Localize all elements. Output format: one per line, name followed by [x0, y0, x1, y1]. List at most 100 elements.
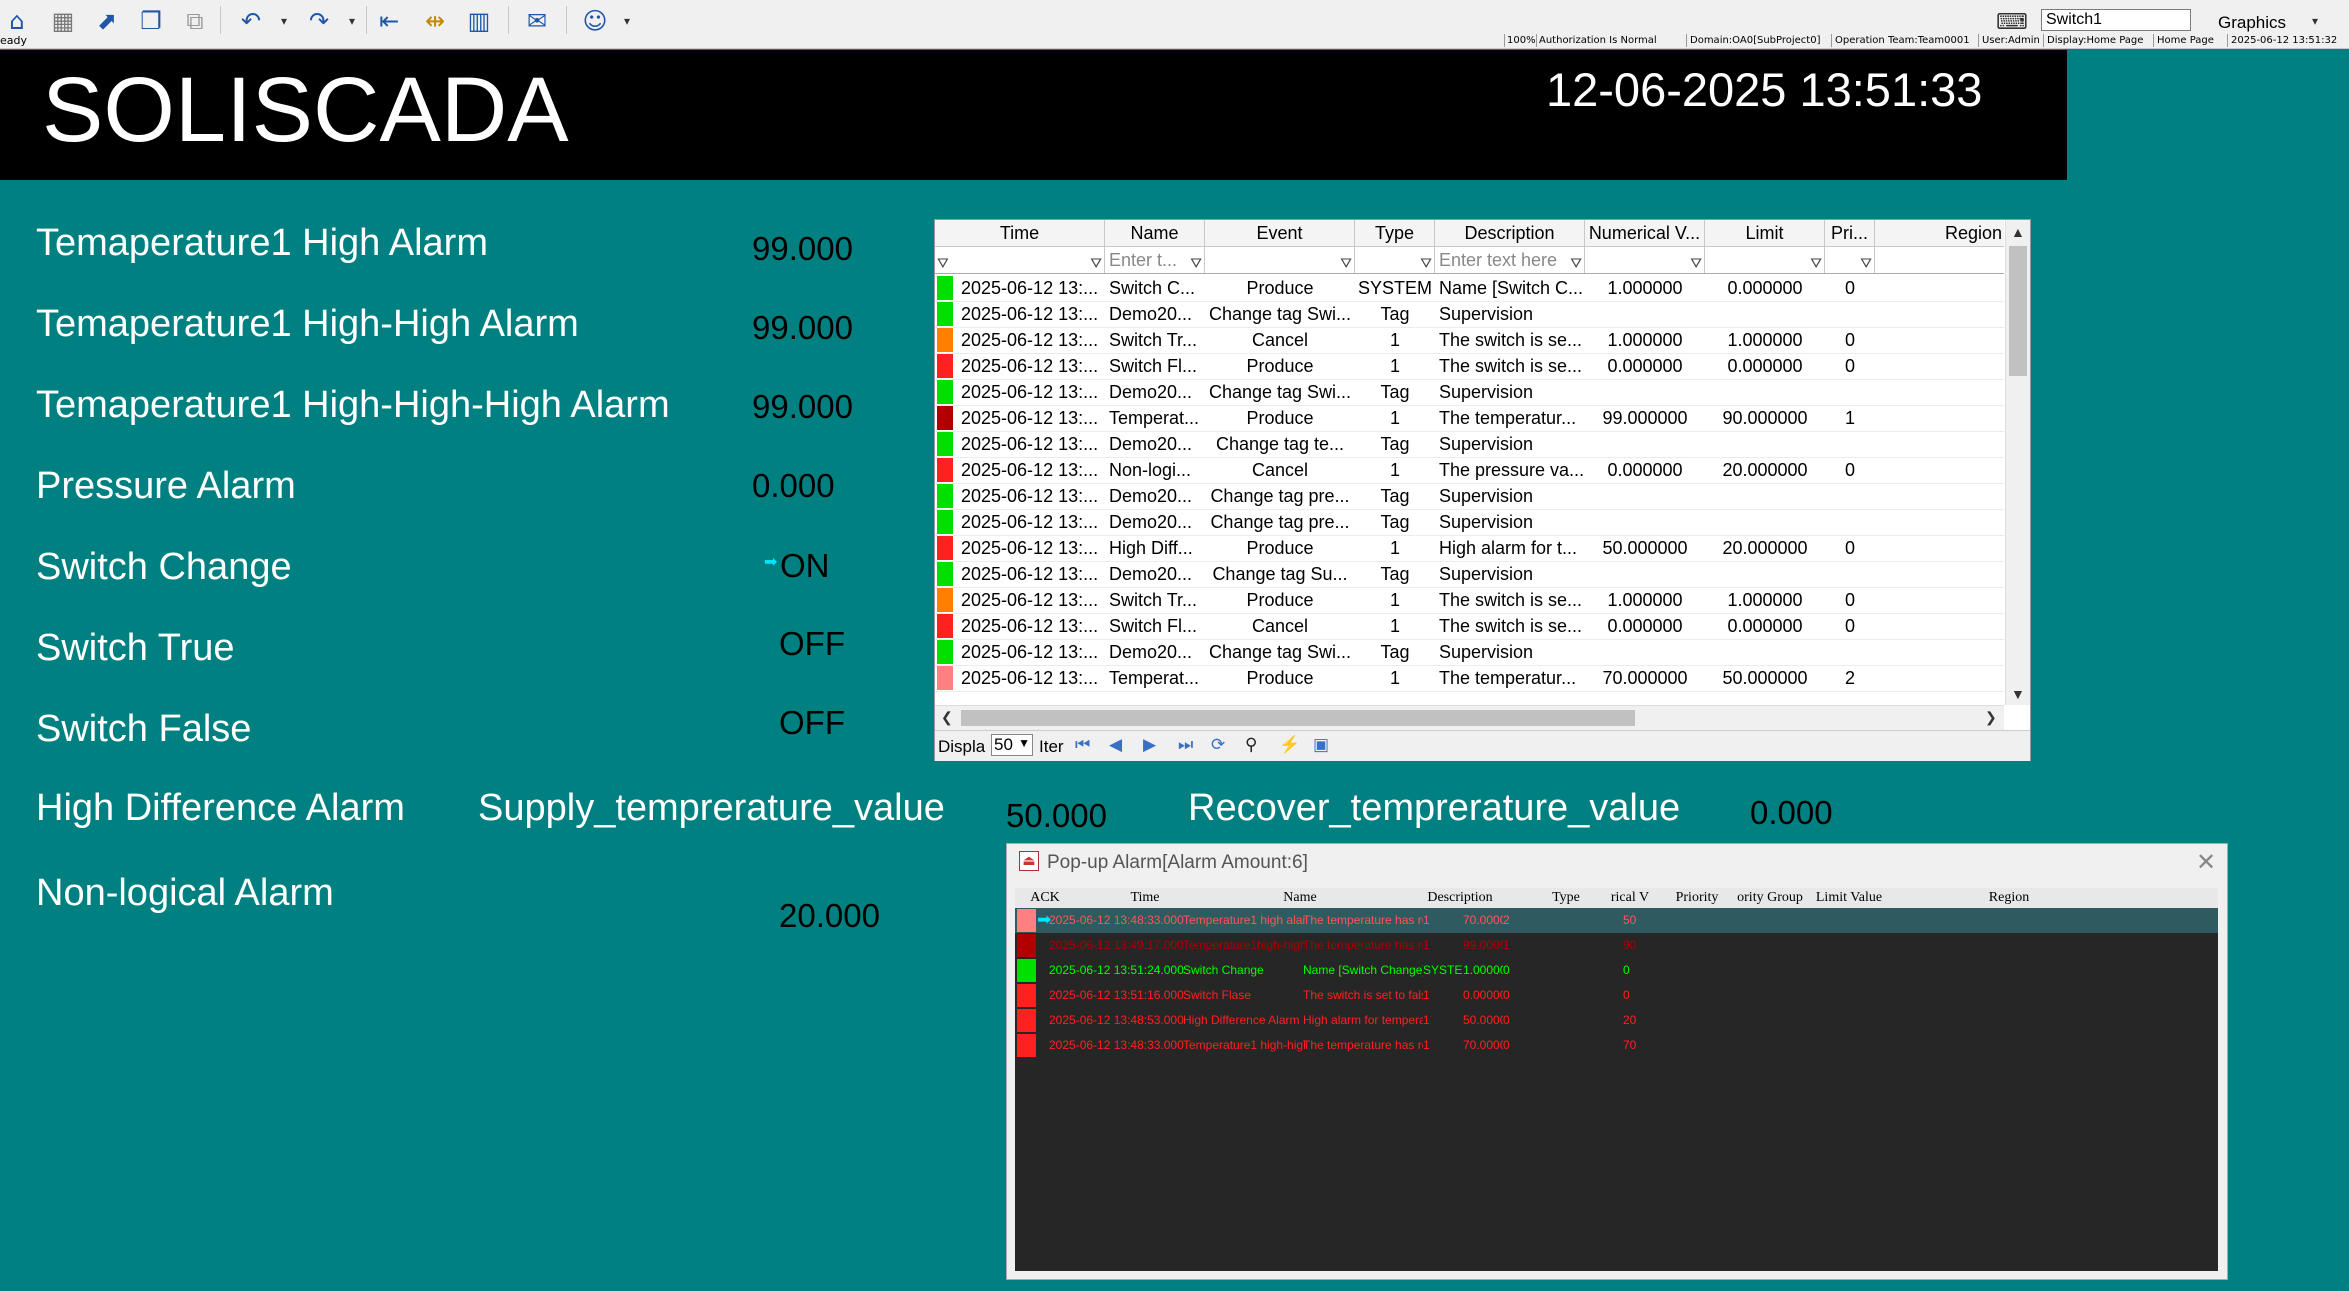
col-time[interactable]: Time: [935, 220, 1105, 246]
table-row[interactable]: 2025-06-12 13:... Switch Tr... Cancel 1 The …: [935, 327, 2004, 354]
graphics-label[interactable]: Graphics: [2218, 13, 2286, 33]
screen-name-input[interactable]: [2041, 9, 2191, 31]
grid-horizontal-scrollbar[interactable]: ❮ ❯: [935, 705, 2004, 730]
refresh-icon[interactable]: ⟳: [1211, 735, 1225, 755]
message-icon[interactable]: ✉: [520, 6, 554, 36]
filter-icon[interactable]: ⛛: [1570, 250, 1582, 273]
popup-col-time[interactable]: Time: [1075, 888, 1215, 908]
filter-numerical-value[interactable]: ⛛: [1585, 247, 1705, 273]
trend-icon[interactable]: ⬈: [90, 6, 124, 36]
table-row[interactable]: 2025-06-12 13:... Switch C... Produce SYSTE…: [935, 275, 2004, 302]
table-row[interactable]: 2025-06-12 13:... Switch Fl... Produce 1 The…: [935, 353, 2004, 380]
keyboard-icon[interactable]: ⌨: [1996, 10, 2028, 35]
close-icon[interactable]: ✕: [2196, 848, 2216, 877]
popup-row[interactable]: 2025-06-12 13:49:17.000 Temperature1high-…: [1015, 933, 2218, 958]
popup-col-name[interactable]: Name: [1215, 888, 1385, 908]
popup-col-type[interactable]: Type: [1535, 888, 1597, 908]
binoculars-icon[interactable]: ⚲: [1245, 735, 1257, 755]
table-row[interactable]: 2025-06-12 13:... Switch Fl... Cancel 1 The …: [935, 613, 2004, 640]
popup-col-limit-value[interactable]: Limit Value: [1809, 888, 1889, 908]
user-icon[interactable]: ☺: [578, 6, 612, 36]
col-description[interactable]: Description: [1435, 220, 1585, 246]
back-icon[interactable]: ↶: [234, 6, 268, 36]
col-limit[interactable]: Limit: [1705, 220, 1825, 246]
filter-region[interactable]: [1875, 247, 2004, 273]
user-dropdown-icon[interactable]: ▾: [624, 14, 630, 28]
table-row[interactable]: 2025-06-12 13:... Demo20... Change tag Swi…: [935, 301, 2004, 328]
page-size-select[interactable]: 50 ▼: [991, 734, 1033, 756]
scroll-right-icon[interactable]: ❯: [1985, 709, 1997, 726]
filter-icon[interactable]: ⛛: [1860, 250, 1872, 273]
grid-horizontal-thumb[interactable]: [961, 710, 1635, 726]
table-row[interactable]: 2025-06-12 13:... Demo20... Change tag Swi…: [935, 379, 2004, 406]
book-icon[interactable]: ▥: [462, 6, 496, 36]
alarm-color-indicator: [937, 562, 953, 586]
lightning-icon[interactable]: ⚡: [1279, 735, 1300, 755]
popup-col-priority-group[interactable]: ority Group: [1731, 888, 1809, 908]
filter-icon[interactable]: ⛛: [1810, 250, 1822, 273]
col-numerical-value[interactable]: Numerical V...: [1585, 220, 1705, 246]
popup-row[interactable]: 2025-06-12 13:51:24.000 Switch Change Name…: [1015, 958, 2218, 983]
popup-row[interactable]: 2025-06-12 13:48:33.000 Temperature1 high…: [1015, 1033, 2218, 1058]
table-row[interactable]: 2025-06-12 13:... Temperat... Produce 1 The …: [935, 405, 2004, 432]
grid-vertical-thumb[interactable]: [2009, 246, 2027, 376]
back-dropdown-icon[interactable]: ▾: [281, 14, 287, 28]
home-icon[interactable]: ⌂: [0, 6, 34, 36]
table-row[interactable]: 2025-06-12 13:... Demo20... Change tag pre…: [935, 483, 2004, 510]
filter-icon[interactable]: ⛛: [1090, 250, 1102, 273]
graphics-dropdown-icon[interactable]: ▾: [2312, 14, 2318, 28]
pages-icon[interactable]: ❐: [134, 6, 168, 36]
prev-page-icon[interactable]: ◀: [1109, 735, 1122, 755]
table-row[interactable]: 2025-06-12 13:... Demo20... Change tag Swi…: [935, 639, 2004, 666]
alarm-value-switch-change[interactable]: ON: [780, 547, 830, 585]
scroll-left-icon[interactable]: ❮: [941, 709, 953, 726]
col-priority[interactable]: Pri...: [1825, 220, 1875, 246]
popup-col-numerical-value[interactable]: rical V: [1597, 888, 1663, 908]
alarm-value-switch-false[interactable]: OFF: [779, 704, 845, 742]
filter-event[interactable]: ⛛: [1205, 247, 1355, 273]
popup-col-description[interactable]: Description: [1385, 888, 1535, 908]
next-page-icon[interactable]: ▶: [1143, 735, 1156, 755]
popup-row[interactable]: 2025-06-12 13:51:16.000 Switch Flase The s…: [1015, 983, 2218, 1008]
scroll-down-icon[interactable]: ▼: [2011, 686, 2025, 702]
forward-icon[interactable]: ↷: [302, 6, 336, 36]
alarm-value-switch-true[interactable]: OFF: [779, 625, 845, 663]
table-row[interactable]: 2025-06-12 13:... Demo20... Change tag te.…: [935, 431, 2004, 458]
last-page-icon[interactable]: ⏭: [1178, 735, 1193, 755]
popup-row[interactable]: ➡ 2025-06-12 13:48:33.000 Temperature1 hig…: [1015, 908, 2218, 933]
forward-dropdown-icon[interactable]: ▾: [349, 14, 355, 28]
table-row[interactable]: 2025-06-12 13:... Temperat... Produce 1 The …: [935, 665, 2004, 692]
col-name[interactable]: Name: [1105, 220, 1205, 246]
table-row[interactable]: 2025-06-12 13:... Non-logi... Cancel 1 The p…: [935, 457, 2004, 484]
filter-icon[interactable]: ⛛: [1420, 250, 1432, 273]
align-center-icon[interactable]: ⇹: [418, 6, 452, 36]
filter-priority[interactable]: ⛛: [1825, 247, 1875, 273]
popup-col-priority[interactable]: Priority: [1663, 888, 1731, 908]
filter-name[interactable]: Enter t... ⛛: [1105, 247, 1205, 273]
grid-vertical-scrollbar[interactable]: ▲ ▼: [2005, 220, 2030, 705]
ready-status: eady: [0, 34, 28, 47]
first-page-icon[interactable]: ⏮: [1075, 735, 1090, 755]
filter-icon[interactable]: ⛛: [1340, 250, 1352, 273]
filter-icon[interactable]: ⛛: [1690, 250, 1702, 273]
filter-type[interactable]: ⛛: [1355, 247, 1435, 273]
col-type[interactable]: Type: [1355, 220, 1435, 246]
copy-icon[interactable]: ⧉: [178, 6, 212, 36]
grid-icon[interactable]: ▦: [46, 6, 80, 36]
filter-description[interactable]: Enter text here ⛛: [1435, 247, 1585, 273]
filter-limit[interactable]: ⛛: [1705, 247, 1825, 273]
popup-col-ack[interactable]: ACK: [1015, 888, 1075, 908]
filter-icon[interactable]: ⛛: [1190, 250, 1202, 273]
table-row[interactable]: 2025-06-12 13:... Switch Tr... Produce 1 The…: [935, 587, 2004, 614]
export-icon[interactable]: ▣: [1313, 735, 1329, 755]
col-region[interactable]: Region: [1875, 220, 2004, 246]
table-row[interactable]: 2025-06-12 13:... Demo20... Change tag pre…: [935, 509, 2004, 536]
align-left-icon[interactable]: ⇤: [372, 6, 406, 36]
popup-col-region[interactable]: Region: [1889, 888, 2129, 908]
table-row[interactable]: 2025-06-12 13:... Demo20... Change tag Su.…: [935, 561, 2004, 588]
filter-time[interactable]: ⛛ ⛛: [935, 247, 1105, 273]
col-event[interactable]: Event: [1205, 220, 1355, 246]
scroll-up-icon[interactable]: ▲: [2011, 224, 2025, 240]
popup-row[interactable]: 2025-06-12 13:48:53.000 High Difference A…: [1015, 1008, 2218, 1033]
table-row[interactable]: 2025-06-12 13:... High Diff... Produce 1 Hig…: [935, 535, 2004, 562]
